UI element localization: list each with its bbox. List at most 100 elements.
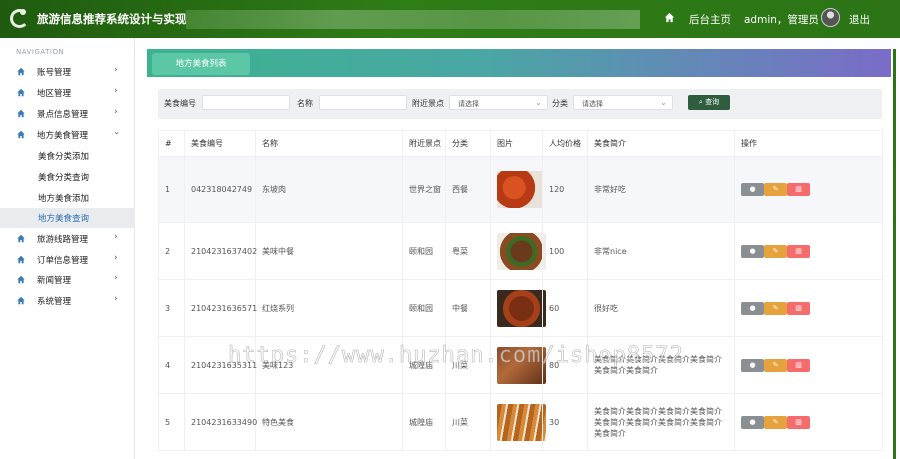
cell-name: 红烧系列 [255, 279, 403, 337]
table-row[interactable]: 5 2104231633490 特色美食 城隍庙 川菜 30 美食简介美食简介美… [158, 393, 883, 451]
main-content: 地方美食列表 美食编号 名称 附近景点 请选择 ⌄ 分类 请选择 ⌄ ⌕ 查询 [147, 49, 891, 459]
delete-button[interactable]: ▥ [787, 415, 810, 429]
chevron-right-icon: › [114, 107, 118, 117]
cell-no: 1 [158, 156, 185, 223]
user-info: admin，管理员 [744, 14, 819, 26]
food-code-input[interactable] [202, 95, 290, 110]
home-icon[interactable] [664, 12, 675, 23]
sidebar-sub-food-add[interactable]: 地方美食添加 [0, 188, 135, 208]
cell-spot: 世界之窗 [402, 156, 446, 223]
delete-button[interactable]: ▥ [787, 183, 810, 196]
search-icon: ⌕ [698, 98, 703, 106]
cell-no: 3 [158, 279, 185, 337]
info-button[interactable]: ● [741, 415, 764, 429]
edit-button[interactable]: ✎ [764, 301, 787, 315]
cell-name: 东坡肉 [255, 156, 403, 223]
cell-no: 4 [158, 336, 185, 394]
home-link[interactable]: 后台主页 [689, 12, 731, 27]
home-icon [17, 296, 25, 305]
sidebar-item-regions[interactable]: 地区管理 › [0, 83, 135, 103]
chevron-right-icon: › [114, 294, 118, 304]
edit-button[interactable]: ✎ [764, 415, 787, 429]
cell-actions: ● ✎ ▥ [734, 222, 883, 280]
cell-desc: 非常好吃 [587, 156, 735, 223]
info-button[interactable]: ● [741, 183, 764, 196]
sidebar-item-label: 账号管理 [37, 68, 72, 78]
cell-no: 5 [158, 393, 185, 451]
sidebar-item-orders[interactable]: 订单信息管理 › [0, 250, 135, 270]
food-image [497, 232, 546, 270]
cell-code: 042318042749 [184, 156, 256, 223]
top-bar: 旅游信息推荐系统设计与实现 后台主页 admin，管理员 退出 [0, 0, 900, 38]
cell-image [490, 393, 546, 451]
category-select[interactable]: 请选择 ⌄ [573, 95, 673, 110]
sidebar-item-routes[interactable]: 旅游线路管理 › [0, 229, 135, 249]
list-panel: 美食编号 名称 附近景点 请选择 ⌄ 分类 请选择 ⌄ ⌕ 查询 # 美食编号 … [147, 77, 891, 459]
delete-button[interactable]: ▥ [787, 358, 810, 372]
col-header: 图片 [490, 130, 543, 157]
table-row[interactable]: 3 2104231636571 红烧系列 颐和园 中餐 60 很好吃 ● ✎ ▥ [158, 279, 883, 337]
edit-button[interactable]: ✎ [764, 358, 787, 372]
sidebar-sub-label: 地方美食添加 [38, 194, 90, 204]
name-input[interactable] [319, 95, 407, 110]
chevron-right-icon: › [114, 253, 118, 263]
food-image [497, 171, 546, 208]
sidebar-item-accounts[interactable]: 账号管理 › [0, 62, 135, 82]
page-header: 地方美食列表 [147, 49, 891, 77]
cell-price: 120 [542, 156, 588, 223]
col-header: 附近景点 [402, 130, 446, 157]
cell-category: 中餐 [445, 279, 491, 337]
sidebar-item-news[interactable]: 新闻管理 › [0, 270, 135, 290]
edit-button[interactable]: ✎ [764, 244, 787, 258]
sidebar-item-system[interactable]: 系统管理 › [0, 291, 135, 311]
food-image [497, 289, 546, 327]
info-button[interactable]: ● [741, 244, 764, 258]
cell-price: 60 [542, 279, 588, 337]
table-row[interactable]: 1 042318042749 东坡肉 世界之窗 西餐 120 非常好吃 ● ✎ ▥ [158, 156, 883, 223]
sidebar-item-label: 订单信息管理 [37, 256, 89, 266]
edit-button[interactable]: ✎ [764, 183, 787, 196]
delete-button[interactable]: ▥ [787, 244, 810, 258]
delete-button[interactable]: ▥ [787, 301, 810, 315]
logo-dot [20, 9, 26, 15]
tab-food-list[interactable]: 地方美食列表 [152, 53, 250, 75]
info-button[interactable]: ● [741, 301, 764, 315]
home-icon [17, 234, 25, 243]
app-title: 旅游信息推荐系统设计与实现 [37, 12, 187, 26]
cell-spot: 颐和园 [402, 222, 446, 280]
sidebar-item-label: 旅游线路管理 [37, 235, 89, 245]
right-accent-bar [893, 49, 896, 459]
spot-label: 附近景点 [412, 99, 444, 108]
query-button[interactable]: ⌕ 查询 [688, 95, 730, 110]
col-header: # [158, 130, 185, 157]
sidebar-item-label: 地方美食管理 [37, 131, 89, 141]
cell-actions: ● ✎ ▥ [734, 336, 883, 394]
cell-image [490, 222, 546, 280]
chevron-right-icon: › [114, 86, 118, 96]
cell-price: 30 [542, 393, 588, 451]
home-icon [17, 255, 25, 264]
sidebar-item-label: 景点信息管理 [37, 110, 89, 120]
sidebar-sub-food-query[interactable]: 地方美食查询 [0, 208, 135, 228]
food-code-label: 美食编号 [164, 99, 196, 108]
cell-code: 2104231637402 [184, 222, 257, 280]
sidebar-sub-food-category-query[interactable]: 美食分类查询 [0, 167, 135, 187]
col-header: 操作 [734, 130, 883, 157]
sidebar-sub-food-category-add[interactable]: 美食分类添加 [0, 146, 135, 166]
sidebar-item-food[interactable]: 地方美食管理 › [0, 125, 135, 145]
info-button[interactable]: ● [741, 358, 764, 372]
cell-name: 特色美食 [255, 393, 403, 451]
home-icon [17, 109, 25, 118]
logout-link[interactable]: 退出 [849, 12, 870, 27]
query-label: 查询 [705, 98, 720, 106]
cell-spot: 城隍庙 [402, 393, 446, 451]
avatar[interactable] [821, 8, 840, 27]
watermark: https://www.huzhan.com/ishop8572 [228, 343, 684, 369]
home-icon [17, 88, 25, 97]
search-bar: 美食编号 名称 附近景点 请选择 ⌄ 分类 请选择 ⌄ ⌕ 查询 [158, 89, 882, 119]
cell-category: 粤菜 [445, 222, 491, 280]
cell-desc: 很好吃 [587, 279, 735, 337]
sidebar-item-attractions[interactable]: 景点信息管理 › [0, 104, 135, 124]
spot-select[interactable]: 请选择 ⌄ [449, 95, 548, 110]
table-row[interactable]: 2 2104231637402 美味中餐 颐和园 粤菜 100 非常nice ●… [158, 222, 883, 280]
